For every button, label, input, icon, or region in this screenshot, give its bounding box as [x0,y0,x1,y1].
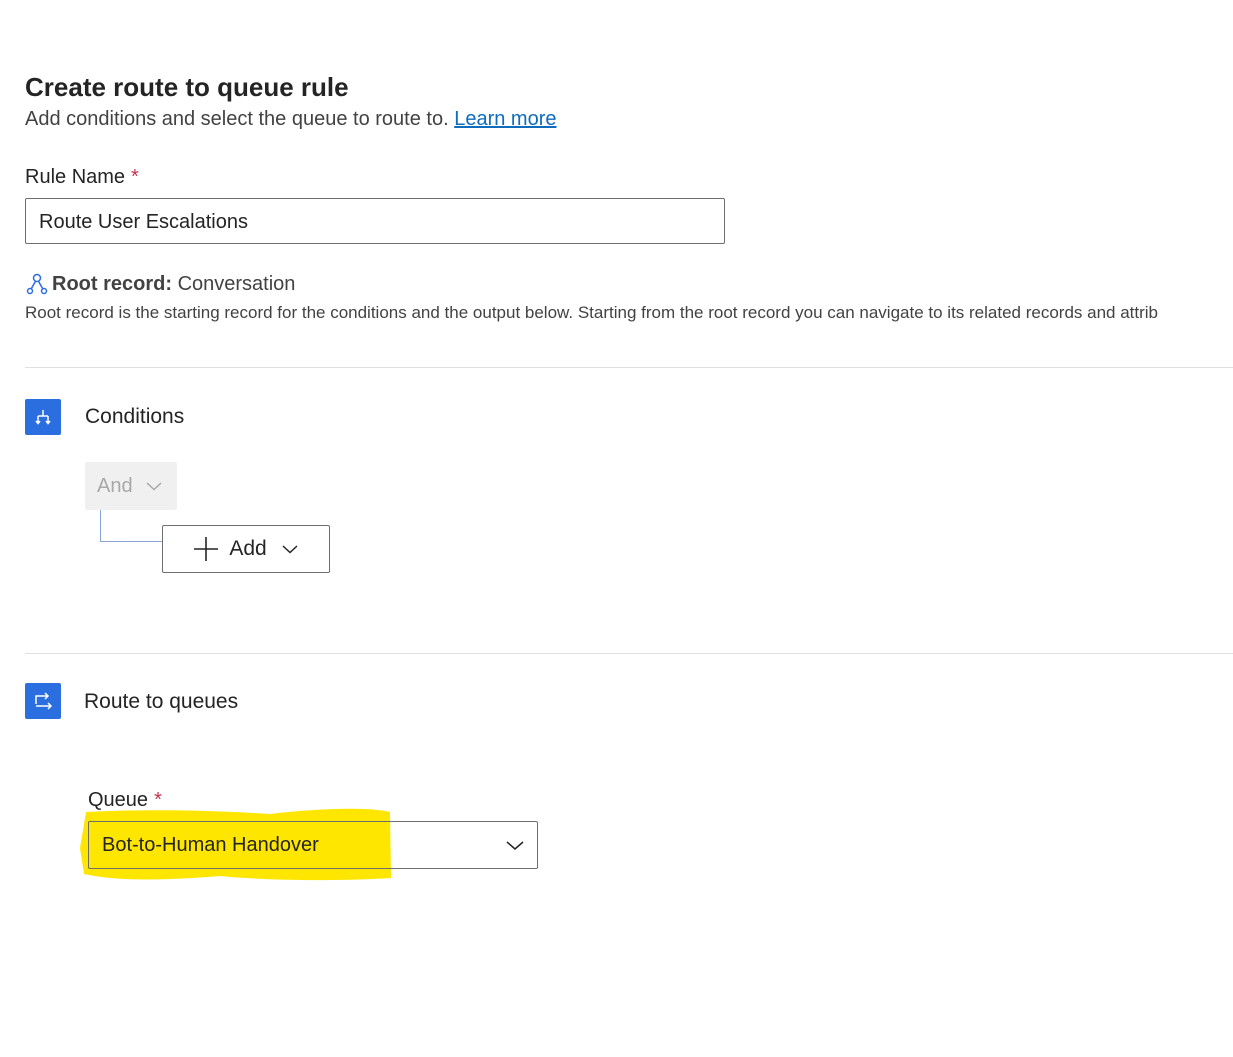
section-divider [25,653,1233,654]
condition-connector-line [100,510,162,542]
queue-label-text: Queue [88,789,149,811]
add-condition-button[interactable]: Add [162,525,330,573]
required-asterisk: * [131,166,139,188]
root-record-value: Conversation [177,272,296,295]
route-icon [25,683,61,719]
rule-name-input[interactable]: Route User Escalations [25,198,725,244]
root-record-description: Root record is the starting record for t… [25,303,1159,322]
rule-name-label: Rule Name * [25,166,139,189]
chevron-down-icon [506,841,524,850]
root-record-icon [26,273,48,295]
condition-operator-value: And [97,474,133,497]
queue-select-value: Bot-to-Human Handover [102,833,319,856]
condition-operator-dropdown[interactable]: And [85,462,177,510]
required-asterisk: * [154,789,162,811]
route-rule-page: Create route to queue rule Add condition… [0,0,1233,1057]
plus-icon [194,537,219,561]
subtitle-text: Add conditions and select the queue to r… [25,108,449,130]
queue-label: Queue * [88,789,162,812]
page-subtitle: Add conditions and select the queue to r… [25,108,556,131]
root-record-label: Root record: [52,272,172,295]
learn-more-link[interactable]: Learn more [454,108,556,130]
chevron-down-icon [282,545,298,554]
section-divider [25,367,1233,368]
route-to-queues-title: Route to queues [84,690,239,713]
conditions-title: Conditions [85,405,185,428]
chevron-down-icon [146,482,162,491]
rule-name-label-text: Rule Name [25,166,126,188]
conditions-icon [25,399,61,435]
queue-select[interactable]: Bot-to-Human Handover [88,821,538,869]
add-button-label: Add [229,537,267,560]
root-record-line: Root record: Conversation [25,272,295,296]
page-title: Create route to queue rule [25,72,349,102]
